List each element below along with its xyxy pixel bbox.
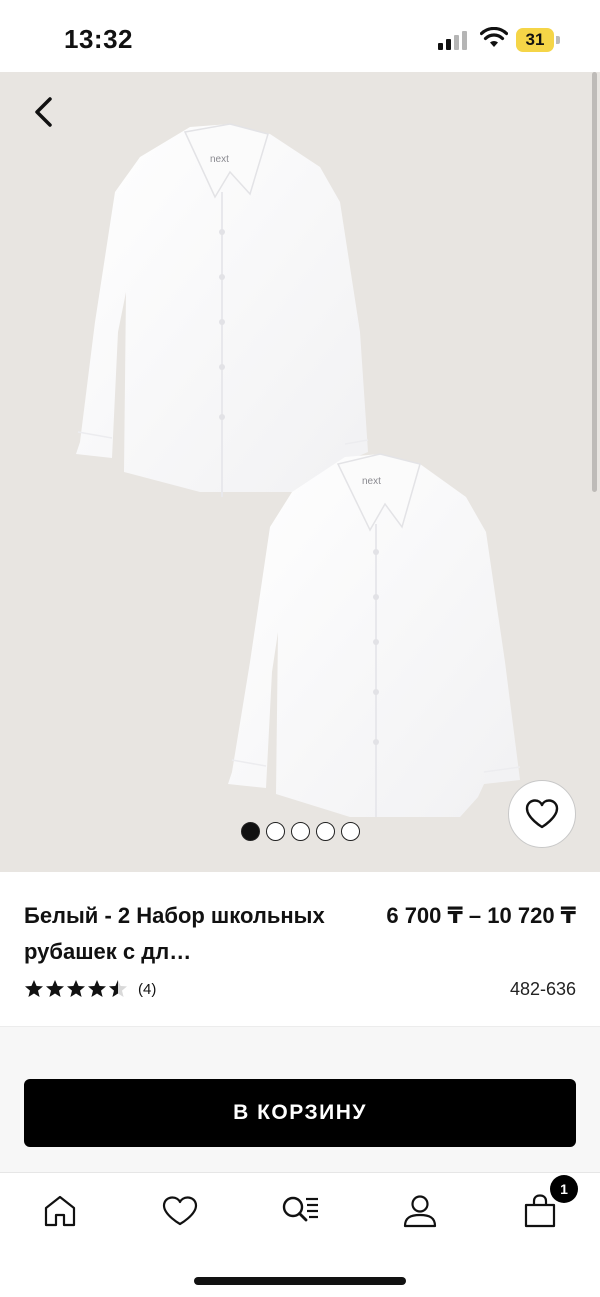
user-icon	[403, 1195, 437, 1228]
tab-search[interactable]	[270, 1189, 330, 1233]
add-to-bag-button[interactable]: В КОРЗИНУ	[24, 1079, 576, 1147]
brand-label-2: next	[362, 476, 381, 487]
tab-bar: 1	[0, 1172, 600, 1297]
signal-icon	[438, 31, 467, 50]
star-icon	[67, 980, 85, 997]
carousel-dot[interactable]	[341, 822, 360, 841]
add-to-wishlist-button[interactable]	[508, 780, 576, 848]
shirt-image-1: next	[76, 123, 369, 497]
product-price: 6 700 ₸ – 10 720 ₸	[386, 903, 576, 928]
carousel-dot[interactable]	[291, 822, 310, 841]
status-bar: 13:32 31	[0, 0, 600, 72]
chevron-left-icon	[35, 97, 52, 127]
carousel-dot[interactable]	[241, 822, 260, 841]
status-time: 13:32	[64, 24, 133, 54]
heart-icon	[162, 1196, 198, 1226]
shirt-image-2: next	[228, 453, 521, 817]
tab-account[interactable]	[390, 1189, 450, 1233]
product-sku: 482-636	[509, 979, 576, 999]
product-photo: next next	[76, 123, 521, 817]
carousel-dot[interactable]	[266, 822, 285, 841]
product-image-carousel[interactable]: next next	[0, 72, 600, 872]
cart-section: В КОРЗИНУ	[0, 1026, 600, 1172]
star-icon	[46, 980, 64, 997]
bag-count-badge: 1	[550, 1175, 578, 1203]
tab-home[interactable]	[30, 1189, 90, 1233]
scrollbar[interactable]	[592, 72, 597, 492]
wifi-icon	[480, 27, 508, 47]
home-indicator	[194, 1277, 406, 1285]
product-title: Белый - 2 Набор школьных рубашек с дл…	[24, 903, 325, 964]
battery-icon: 31	[516, 28, 560, 52]
carousel-pagination	[241, 822, 360, 842]
brand-label-1: next	[210, 154, 229, 165]
rating[interactable]: (4)	[24, 978, 156, 1000]
carousel-dot[interactable]	[316, 822, 335, 841]
star-rating	[24, 979, 128, 999]
battery-level: 31	[525, 30, 545, 49]
heart-icon	[525, 799, 559, 829]
tab-wishlist[interactable]	[150, 1189, 210, 1233]
home-icon	[44, 1195, 76, 1227]
star-icon	[25, 980, 43, 997]
star-icon	[88, 980, 106, 997]
rating-count: (4)	[138, 980, 157, 998]
product-info: Белый - 2 Набор школьных рубашек с дл… 6…	[0, 872, 600, 1026]
search-list-icon	[282, 1196, 318, 1222]
back-button[interactable]	[20, 88, 68, 136]
shopping-bag-icon	[524, 1194, 556, 1228]
star-half-icon	[109, 980, 127, 997]
